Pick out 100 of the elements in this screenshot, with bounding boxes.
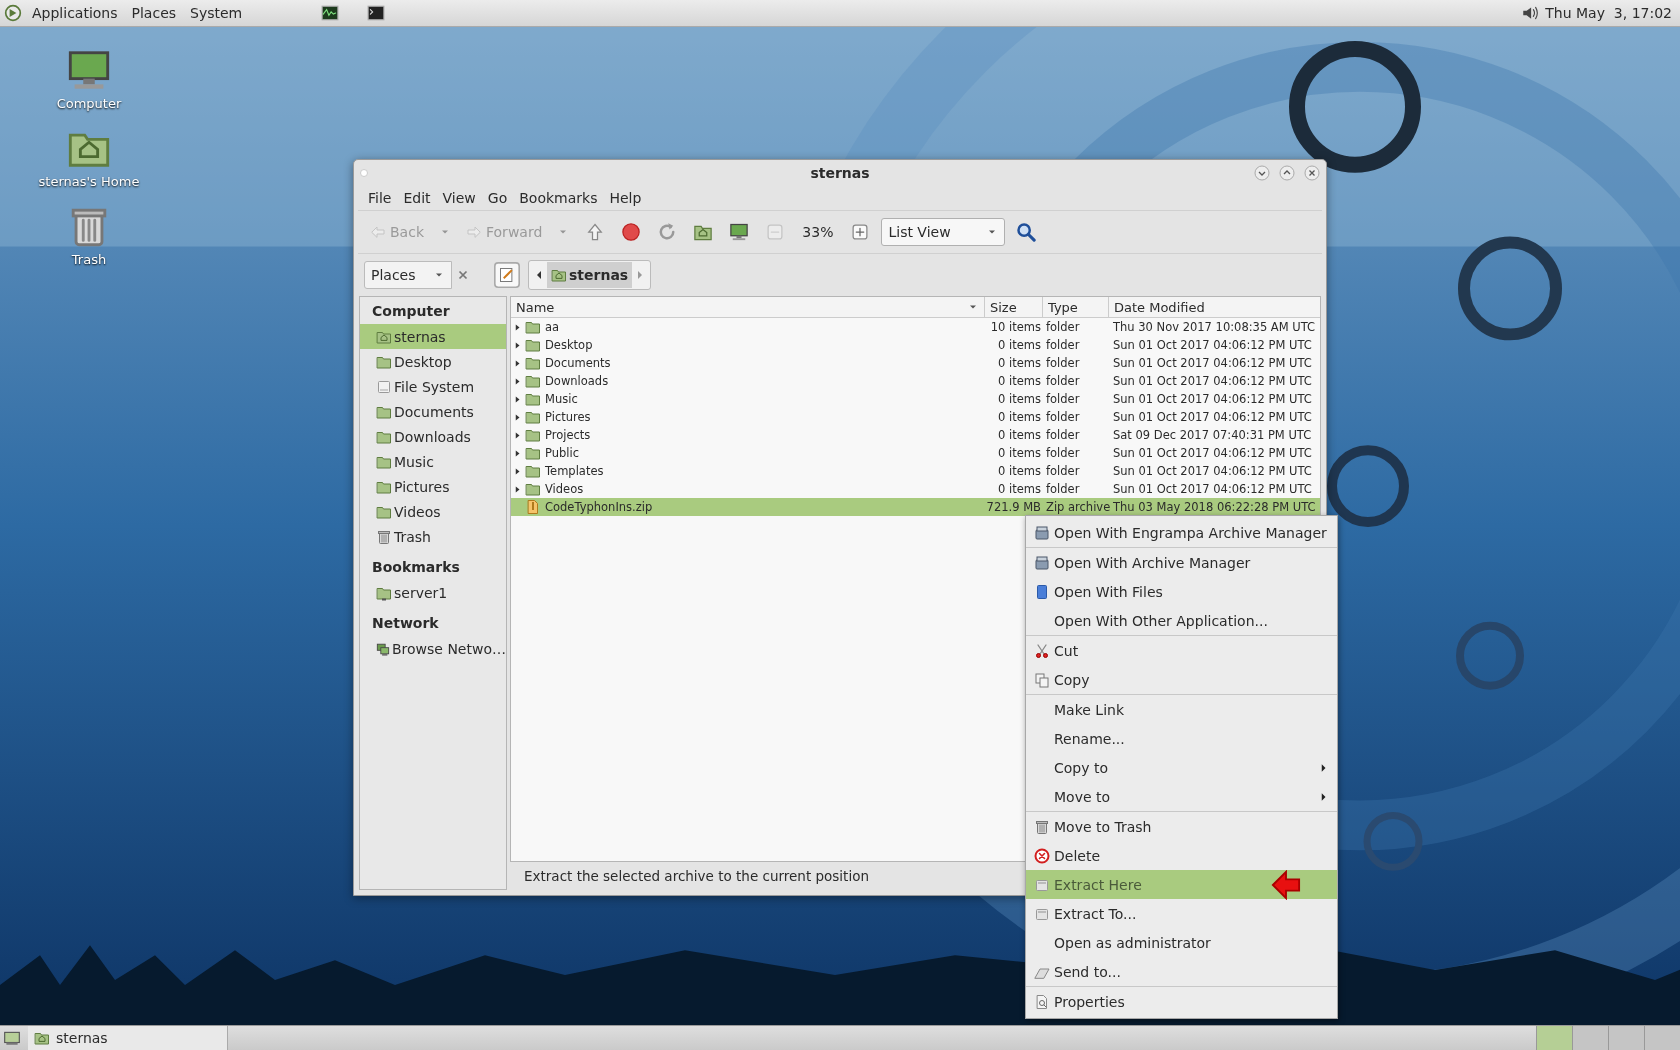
size-cell-text: 0 items	[997, 446, 1042, 460]
panel-menu[interactable]: System	[186, 5, 247, 21]
date-cell-text: Sun 01 Oct 2017 04:06:12 PM UTC	[1112, 338, 1313, 352]
taskbar-button[interactable]: sternas	[28, 1026, 228, 1050]
type-cell-text: folder	[1045, 374, 1081, 388]
show-desktop-icon	[3, 1029, 21, 1047]
type-cell-text: Zip archive	[1045, 500, 1109, 514]
file-name: Desktop	[545, 338, 593, 352]
sidebar-item[interactable]: Browse Netwo…	[360, 636, 506, 661]
sidebar-item[interactable]: Videos	[360, 499, 506, 524]
stop-icon	[621, 222, 642, 242]
context-menu-item[interactable]: Properties	[1026, 987, 1337, 1016]
archive-icon	[1034, 554, 1050, 571]
sidebar-item[interactable]: Trash	[360, 524, 506, 549]
file-row[interactable]: Templates 0 items folder Sun 01 Oct 2017 04:06:12 PM UTC	[511, 462, 1320, 480]
context-menu-item[interactable]: Move to	[1026, 782, 1337, 811]
menu-item[interactable]: Bookmarks	[513, 190, 604, 206]
file-row[interactable]: Music 0 items folder Sun 01 Oct 2017 04:06:12 PM UTC	[511, 390, 1320, 408]
zoom-out-icon	[765, 222, 786, 242]
menu-item[interactable]: Help	[603, 190, 648, 206]
file-row[interactable]: Projects 0 items folder Sat 09 Dec 2017 07:40:31 PM UTC	[511, 426, 1320, 444]
launcher-button[interactable]	[320, 3, 341, 23]
date-cell-text: Sat 09 Dec 2017 07:40:31 PM UTC	[1112, 428, 1313, 442]
sidebar-item[interactable]: Desktop	[360, 349, 506, 374]
file-row[interactable]: Documents 0 items folder Sun 01 Oct 2017 04:06:12 PM UTC	[511, 354, 1320, 372]
menu-item[interactable]: File	[362, 190, 398, 206]
column-header[interactable]: Date Modified	[1109, 297, 1320, 317]
type-cell-text: folder	[1045, 482, 1081, 496]
context-menu-item[interactable]: Send to...	[1026, 957, 1337, 986]
drive-icon	[376, 378, 392, 395]
left-arrow-icon[interactable]	[535, 269, 543, 281]
menu-item[interactable]: View	[436, 190, 482, 206]
file-row[interactable]: CodeTyphonIns.zip 721.9 MB Zip archive Thu 03 May 2018 06:22:28 PM UTC	[511, 498, 1320, 516]
size-cell-text: 0 items	[997, 392, 1042, 406]
clock[interactable]: Thu May 3, 17:02	[1545, 5, 1676, 21]
folder-icon	[525, 445, 541, 461]
sidebar-item[interactable]: Music	[360, 449, 506, 474]
context-menu-item[interactable]: Cut	[1026, 636, 1337, 665]
trash-icon	[376, 528, 392, 545]
panel-menu[interactable]: Places	[127, 5, 181, 21]
date-cell-text: Sun 01 Oct 2017 04:06:12 PM UTC	[1112, 410, 1313, 424]
sidebar-item[interactable]: sternas	[360, 324, 506, 349]
minimize-button[interactable]	[1254, 165, 1270, 181]
file-row[interactable]: aa 10 items folder Thu 30 Nov 2017 10:08:35 AM UTC	[511, 318, 1320, 336]
panel-menu[interactable]: Applications	[28, 5, 122, 21]
sidebar-item[interactable]: Documents	[360, 399, 506, 424]
desktop-icon-label[interactable]: Trash	[71, 252, 107, 267]
close-pane-button[interactable]	[456, 268, 470, 282]
type-cell-text: folder	[1045, 428, 1081, 442]
file-name: CodeTyphonIns.zip	[545, 500, 653, 514]
window-menu-dot[interactable]	[360, 169, 368, 177]
size-cell-text: 0 items	[997, 374, 1042, 388]
file-row[interactable]: Videos 0 items folder Sun 01 Oct 2017 04:06:12 PM UTC	[511, 480, 1320, 498]
menu-item[interactable]: Edit	[397, 190, 437, 206]
type-cell-text: folder	[1045, 392, 1081, 406]
context-menu-item[interactable]: Delete	[1026, 841, 1337, 870]
sidebar-item[interactable]: Pictures	[360, 474, 506, 499]
sidebar-item[interactable]: Downloads	[360, 424, 506, 449]
side-pane-dropdown[interactable]: Places	[364, 261, 452, 289]
context-menu-item[interactable]: Copy	[1026, 665, 1337, 694]
view-dropdown[interactable]: List View	[881, 218, 1006, 246]
file-row[interactable]: Desktop 0 items folder Sun 01 Oct 2017 04:06:12 PM UTC	[511, 336, 1320, 354]
context-menu-item[interactable]: Open With Archive Manager	[1026, 548, 1337, 577]
context-menu-item[interactable]: Extract Here	[1026, 870, 1337, 899]
context-menu-item[interactable]: Open With Engrampa Archive Manager	[1026, 518, 1337, 547]
path-button[interactable]: sternas	[547, 262, 633, 288]
file-row[interactable]: Public 0 items folder Sun 01 Oct 2017 04:06:12 PM UTC	[511, 444, 1320, 462]
file-row[interactable]: Pictures 0 items folder Sun 01 Oct 2017 04:06:12 PM UTC	[511, 408, 1320, 426]
context-menu-item[interactable]: Make Link	[1026, 695, 1337, 724]
type-cell-text: folder	[1045, 464, 1081, 478]
size-cell-text: 0 items	[997, 428, 1042, 442]
sidebar-item[interactable]: File System	[360, 374, 506, 399]
sidebar-item[interactable]: server1	[360, 580, 506, 605]
system-monitor-icon	[321, 4, 340, 22]
context-menu-item[interactable]: Open With Files	[1026, 577, 1337, 606]
zoom-level[interactable]: 33%	[796, 224, 840, 240]
launcher-button[interactable]	[366, 3, 387, 23]
delete-icon	[1034, 847, 1050, 864]
context-menu-item[interactable]: Copy to	[1026, 753, 1337, 782]
file-name: Videos	[545, 482, 584, 496]
context-menu-item[interactable]: Rename...	[1026, 724, 1337, 753]
file-row[interactable]: Downloads 0 items folder Sun 01 Oct 2017 04:06:12 PM UTC	[511, 372, 1320, 390]
size-cell-text: 10 items	[989, 320, 1042, 334]
context-menu-item[interactable]: Open as administrator	[1026, 928, 1337, 957]
column-header[interactable]: Type	[1043, 297, 1109, 317]
menu-item[interactable]: Go	[481, 190, 514, 206]
column-header[interactable]: Size	[985, 297, 1043, 317]
edit-location-button[interactable]	[494, 262, 520, 288]
terminal-icon	[367, 4, 386, 22]
close-button[interactable]	[1304, 165, 1320, 181]
trash-icon	[1034, 818, 1050, 835]
maximize-button[interactable]	[1279, 165, 1295, 181]
context-menu-item[interactable]: Move to Trash	[1026, 812, 1337, 841]
context-menu-item[interactable]: Extract To...	[1026, 899, 1337, 928]
home-folder-icon	[551, 267, 567, 283]
date-cell-text: Sun 01 Oct 2017 04:06:12 PM UTC	[1112, 464, 1313, 478]
folder-icon	[525, 337, 541, 353]
column-header[interactable]: Name	[511, 297, 985, 317]
context-menu-item[interactable]: Open With Other Application...	[1026, 606, 1337, 635]
sidebar-heading: Computer	[371, 302, 451, 321]
